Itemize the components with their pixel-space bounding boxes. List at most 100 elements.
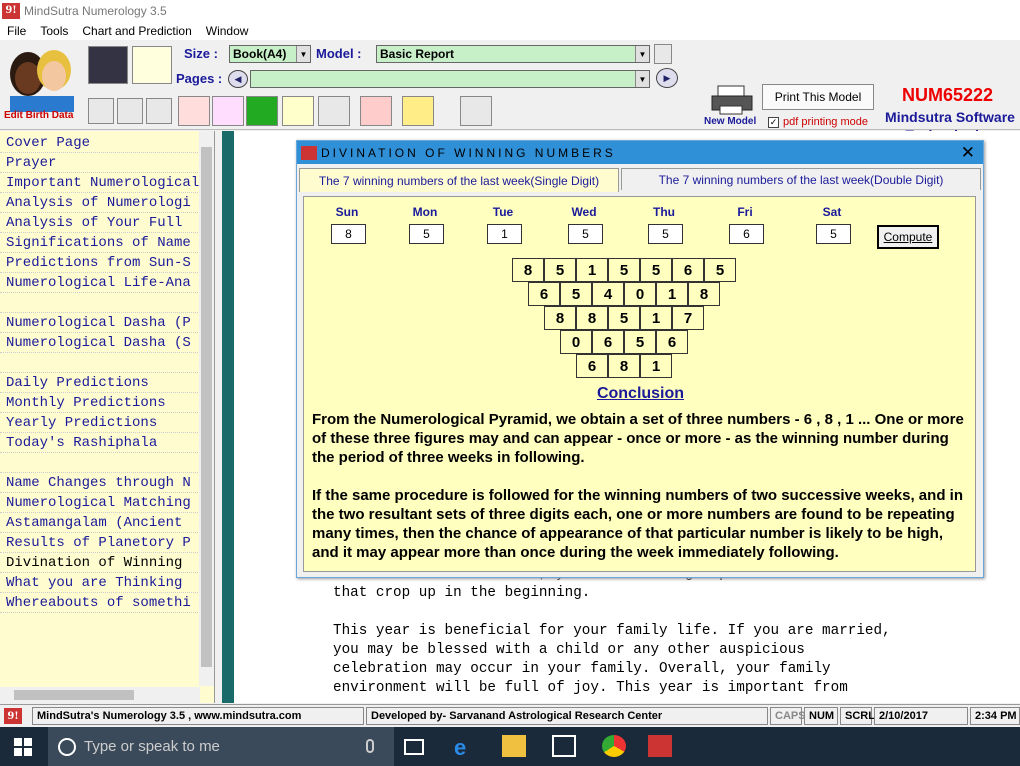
- sidebar-item[interactable]: What you are Thinking: [0, 573, 200, 593]
- sidebar-item[interactable]: Cover Page: [0, 133, 200, 153]
- pdf-printing-checkbox[interactable]: ✓: [768, 116, 779, 128]
- pdf-printing-option[interactable]: ✓ pdf printing mode: [768, 116, 868, 128]
- day-value-wed[interactable]: 5: [568, 224, 603, 244]
- print-preview-icon[interactable]: [88, 98, 114, 124]
- search-icon: [58, 737, 76, 756]
- sidebar-item[interactable]: Numerological Dasha (P: [0, 313, 200, 333]
- refresh-icon[interactable]: [654, 44, 672, 64]
- day-value-sat[interactable]: 5: [816, 224, 851, 244]
- new-model-label[interactable]: New Model: [704, 116, 756, 127]
- sidebar-item[interactable]: Yearly Predictions: [0, 413, 200, 433]
- menu-chart-and-prediction[interactable]: Chart and Prediction: [75, 24, 198, 38]
- task-view-icon[interactable]: [404, 739, 424, 755]
- sidebar-item[interactable]: Numerological Life-Ana: [0, 273, 200, 293]
- app-logo-icon: 9!: [4, 708, 22, 724]
- sidebar-item[interactable]: Predictions from Sun-S: [0, 253, 200, 273]
- model-label: Model :: [316, 46, 362, 61]
- tab-double-digit[interactable]: The 7 winning numbers of the last week(D…: [621, 168, 981, 190]
- sidebar-item[interactable]: Name Changes through N: [0, 473, 200, 493]
- scrollbar-thumb[interactable]: [14, 690, 134, 700]
- sidebar-item[interactable]: Whereabouts of somethi: [0, 593, 200, 613]
- day-value-sun[interactable]: 8: [331, 224, 366, 244]
- seven-number-icon[interactable]: [246, 96, 278, 126]
- previous-page-icon[interactable]: ◀: [228, 70, 248, 88]
- sidebar-item[interactable]: Numerological Matching: [0, 493, 200, 513]
- day-value-mon[interactable]: 5: [409, 224, 444, 244]
- numerology-app-icon[interactable]: [648, 735, 672, 757]
- pyramid-cell: 0: [624, 282, 656, 306]
- status-scrl: SCRL: [840, 707, 875, 725]
- tab-single-digit[interactable]: The 7 winning numbers of the last week(S…: [299, 168, 619, 192]
- sidebar-item[interactable]: Daily Predictions: [0, 373, 200, 393]
- dialog-title-bar: DIVINATION OF WINNING NUMBERS ✕: [297, 141, 983, 164]
- sidebar-item[interactable]: Numerological Dasha (S: [0, 333, 200, 353]
- menu-file[interactable]: File: [0, 24, 33, 38]
- birth-data-faces-icon[interactable]: [4, 44, 80, 114]
- sidebar-item[interactable]: Astamangalam (Ancient: [0, 513, 200, 533]
- pyramid-cell: 4: [592, 282, 624, 306]
- sidebar-spacer: [0, 453, 200, 473]
- menu-tools[interactable]: Tools: [33, 24, 75, 38]
- edit-birth-data-label[interactable]: Edit Birth Data: [4, 110, 73, 121]
- print-model-button[interactable]: Print This Model: [762, 84, 874, 110]
- print-icon[interactable]: [117, 98, 143, 124]
- calendar-icon[interactable]: [460, 96, 492, 126]
- pages-select[interactable]: ▼: [250, 70, 650, 88]
- lightbulb-icon[interactable]: [282, 96, 314, 126]
- scrollbar-thumb[interactable]: [201, 147, 212, 667]
- sidebar-spacer: [0, 293, 200, 313]
- printer-icon[interactable]: [710, 84, 756, 116]
- computer-icon[interactable]: [402, 96, 434, 126]
- sidebar-item[interactable]: Results of Planetory P: [0, 533, 200, 553]
- model-select[interactable]: Basic Report ▼: [376, 45, 650, 63]
- sidebar-horizontal-scrollbar[interactable]: [0, 687, 200, 703]
- pyramid-cell: 5: [608, 258, 640, 282]
- status-time: 2:34 PM: [970, 707, 1020, 725]
- day-value-fri[interactable]: 6: [729, 224, 764, 244]
- day-value-tue[interactable]: 1: [487, 224, 522, 244]
- store-icon[interactable]: [552, 735, 576, 757]
- status-developer: Developed by- Sarvanand Astrological Res…: [366, 707, 768, 725]
- day-label-sun: Sun: [335, 205, 359, 219]
- sidebar-item[interactable]: Prayer: [0, 153, 200, 173]
- single-digit-panel: Sun 8 Mon 5 Tue 1 Wed 5 Thu 5 Fri 6 Sat 5 Compute 851…: [303, 196, 976, 572]
- database-icon[interactable]: [318, 96, 350, 126]
- pyramid-cell: 6: [656, 330, 688, 354]
- compute-button[interactable]: Compute: [877, 225, 939, 249]
- chevron-down-icon[interactable]: ▼: [635, 71, 649, 87]
- chevron-down-icon[interactable]: ▼: [296, 46, 310, 62]
- report-icon[interactable]: [146, 98, 172, 124]
- sidebar-item[interactable]: Analysis of Your Full: [0, 213, 200, 233]
- sidebar-item[interactable]: Analysis of Numerologi: [0, 193, 200, 213]
- pyramid-cell: 8: [512, 258, 544, 282]
- grid-chart-icon[interactable]: [88, 46, 128, 84]
- sidebar-vertical-scrollbar[interactable]: [199, 131, 214, 686]
- pyramid-cell: 6: [528, 282, 560, 306]
- size-select[interactable]: Book(A4) ▼: [229, 45, 311, 63]
- day-label-fri: Fri: [737, 205, 753, 219]
- sidebar-item[interactable]: Important Numerological: [0, 173, 200, 193]
- app-logo-icon: 9!: [2, 2, 20, 19]
- close-icon[interactable]: ✕: [961, 143, 975, 163]
- day-value-thu[interactable]: 5: [648, 224, 683, 244]
- sidebar-item[interactable]: Significations of Name: [0, 233, 200, 253]
- numerology-table-icon[interactable]: [132, 46, 172, 84]
- cortana-search-box[interactable]: Type or speak to me: [48, 727, 394, 766]
- file-explorer-icon[interactable]: [502, 735, 526, 757]
- sidebar-item[interactable]: Monthly Predictions: [0, 393, 200, 413]
- edge-browser-icon[interactable]: e: [454, 735, 478, 760]
- microphone-icon[interactable]: [366, 739, 374, 753]
- sidebar-item[interactable]: Today's Rashiphala: [0, 433, 200, 453]
- windows-start-icon[interactable]: [14, 738, 32, 756]
- chrome-icon[interactable]: [602, 735, 626, 757]
- conclusion-paragraph-1: From the Numerological Pyramid, we obtai…: [312, 411, 964, 466]
- menu-window[interactable]: Window: [199, 24, 256, 38]
- pyramid-cell: 6: [576, 354, 608, 378]
- sun-chart-icon[interactable]: [178, 96, 210, 126]
- couple-icon[interactable]: [360, 96, 392, 126]
- planets-icon[interactable]: [212, 96, 244, 126]
- next-page-icon[interactable]: ▶: [656, 68, 678, 88]
- menu-bar: File Tools Chart and Prediction Window: [0, 21, 1020, 40]
- sidebar-item[interactable]: Divination of Winning: [0, 553, 200, 573]
- chevron-down-icon[interactable]: ▼: [635, 46, 649, 62]
